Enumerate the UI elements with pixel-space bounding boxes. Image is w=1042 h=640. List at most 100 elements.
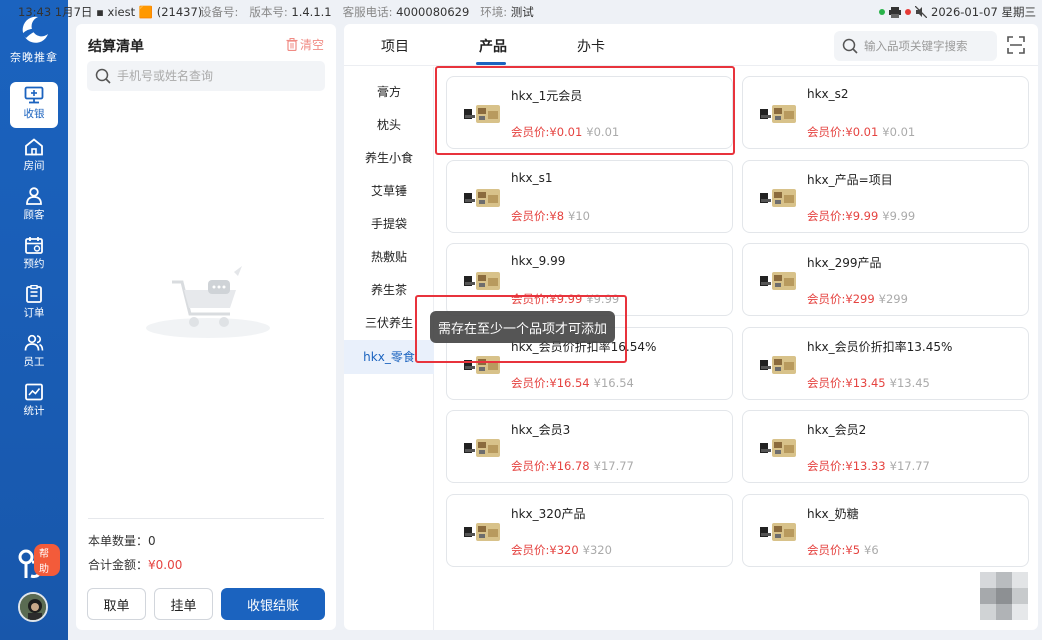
help-badge: 帮助 bbox=[34, 544, 60, 576]
member-price: 会员价:¥8 bbox=[511, 209, 565, 223]
product-card[interactable]: hkx_s2 会员价:¥0.01 ¥0.01 bbox=[742, 76, 1029, 149]
member-price: 会员价:¥9.99 bbox=[807, 209, 879, 223]
status-dot-green-icon bbox=[879, 9, 885, 15]
member-price: 会员价:¥5 bbox=[807, 543, 861, 557]
product-card[interactable]: hkx_会员价折扣率13.45% 会员价:¥13.45 ¥13.45 bbox=[742, 327, 1029, 400]
product-card[interactable]: hkx_会员2 会员价:¥13.33 ¥17.77 bbox=[742, 410, 1029, 483]
member-price: 会员价:¥320 bbox=[511, 543, 579, 557]
product-price: 会员价:¥8 ¥10 bbox=[511, 208, 590, 224]
nav-item-customers[interactable]: 顾客 bbox=[10, 183, 58, 229]
product-thumbnail bbox=[464, 189, 500, 207]
tab-products[interactable]: 产品 bbox=[479, 36, 507, 56]
status-bar: 13:43 1月7日 ▪ xiest 🟧 (21437) 设备号: 版本号: 1… bbox=[0, 0, 1042, 22]
product-price: 会员价:¥13.33 ¥17.77 bbox=[807, 458, 930, 474]
nav-label-orders: 订单 bbox=[23, 307, 45, 319]
member-price: 会员价:¥299 bbox=[807, 292, 875, 306]
cart-divider bbox=[88, 518, 324, 519]
nav-item-rooms[interactable]: 房间 bbox=[10, 134, 58, 180]
product-name: hkx_会员3 bbox=[511, 423, 571, 437]
tab-bar: 项目 产品 办卡 bbox=[344, 24, 1038, 66]
product-price: 会员价:¥299 ¥299 bbox=[807, 291, 908, 307]
product-thumbnail bbox=[760, 439, 796, 457]
original-price: ¥6 bbox=[864, 543, 879, 557]
product-price: 会员价:¥16.78 ¥17.77 bbox=[511, 458, 634, 474]
nav-label-stats: 统计 bbox=[23, 405, 45, 417]
product-card[interactable]: hkx_299产品 会员价:¥299 ¥299 bbox=[742, 243, 1029, 316]
original-price: ¥10 bbox=[568, 209, 590, 223]
member-price: 会员价:¥13.33 bbox=[807, 459, 886, 473]
staff-icon bbox=[24, 334, 44, 351]
member-price: 会员价:¥16.54 bbox=[511, 376, 590, 390]
avatar-image bbox=[20, 594, 46, 620]
trash-icon bbox=[286, 38, 298, 51]
product-card[interactable]: hkx_320产品 会员价:¥320 ¥320 bbox=[446, 494, 733, 567]
cart-title: 结算清单 bbox=[88, 39, 144, 55]
checkout-button[interactable]: 收银结账 bbox=[221, 588, 325, 620]
product-name: hkx_奶糖 bbox=[807, 507, 859, 521]
scan-icon[interactable] bbox=[1007, 36, 1025, 54]
status-dot-red-icon bbox=[905, 9, 911, 15]
nav-item-staff[interactable]: 员工 bbox=[10, 330, 58, 376]
nav-item-cashier[interactable]: 收银 bbox=[10, 82, 58, 128]
product-name: hkx_会员价折扣率13.45% bbox=[807, 340, 953, 354]
order-count-value: 0 bbox=[148, 534, 156, 548]
search-icon bbox=[842, 38, 858, 54]
nav-label-rooms: 房间 bbox=[23, 160, 45, 172]
status-right: 2026-01-07 星期三 bbox=[879, 4, 1036, 20]
product-card[interactable]: hkx_s1 会员价:¥8 ¥10 bbox=[446, 160, 733, 233]
product-search[interactable] bbox=[834, 31, 997, 61]
nav-label-cashier: 收银 bbox=[23, 108, 45, 120]
status-time: 13:43 1月7日 ▪ xiest 🟧 (21437) bbox=[18, 5, 203, 19]
brand-name: 奈晚推拿 bbox=[10, 51, 58, 64]
original-price: ¥16.54 bbox=[593, 376, 634, 390]
product-search-input[interactable] bbox=[864, 39, 994, 53]
blurred-widget bbox=[980, 572, 1028, 620]
product-name: hkx_320产品 bbox=[511, 507, 586, 521]
empty-cart-illustration bbox=[146, 266, 270, 338]
cart-panel: 结算清单 清空 本单数量：0 合计金额：¥0.00 取单 挂单 收银结账 bbox=[76, 24, 336, 630]
nav-item-booking[interactable]: 预约 bbox=[10, 232, 58, 278]
category-item[interactable]: 热敷贴 bbox=[344, 241, 434, 273]
tab-cards[interactable]: 办卡 bbox=[577, 36, 605, 56]
original-price: ¥17.77 bbox=[889, 459, 930, 473]
category-item[interactable]: 手提袋 bbox=[344, 208, 434, 240]
home-icon bbox=[25, 138, 43, 156]
nav-item-orders[interactable]: 订单 bbox=[10, 281, 58, 327]
original-price: ¥299 bbox=[878, 292, 908, 306]
take-order-button[interactable]: 取单 bbox=[87, 588, 146, 620]
original-price: ¥0.01 bbox=[882, 125, 916, 139]
member-price: 会员价:¥16.78 bbox=[511, 459, 590, 473]
category-item[interactable]: 艾草锤 bbox=[344, 175, 434, 207]
nav-item-stats[interactable]: 统计 bbox=[10, 379, 58, 425]
monitor-icon bbox=[24, 86, 44, 104]
clear-button[interactable]: 清空 bbox=[286, 36, 324, 53]
product-name: hkx_s1 bbox=[511, 171, 553, 185]
product-thumbnail bbox=[760, 105, 796, 123]
category-item[interactable]: 枕头 bbox=[344, 109, 434, 141]
product-price: 会员价:¥16.54 ¥16.54 bbox=[511, 375, 634, 391]
product-card[interactable]: hkx_会员3 会员价:¥16.78 ¥17.77 bbox=[446, 410, 733, 483]
product-thumbnail bbox=[760, 356, 796, 374]
clear-label: 清空 bbox=[299, 38, 324, 52]
help-button[interactable]: 帮助 bbox=[8, 538, 60, 586]
product-name: hkx_9.99 bbox=[511, 254, 566, 268]
hold-order-button[interactable]: 挂单 bbox=[154, 588, 213, 620]
avatar[interactable] bbox=[18, 592, 48, 622]
category-item[interactable]: 膏方 bbox=[344, 76, 434, 108]
product-thumbnail bbox=[760, 523, 796, 541]
product-card[interactable]: hkx_产品=项目 会员价:¥9.99 ¥9.99 bbox=[742, 160, 1029, 233]
product-card[interactable]: hkx_奶糖 会员价:¥5 ¥6 bbox=[742, 494, 1029, 567]
original-price: ¥9.99 bbox=[882, 209, 916, 223]
customer-search-input[interactable] bbox=[117, 69, 317, 83]
order-count: 本单数量：0 bbox=[88, 534, 156, 548]
category-item[interactable]: 养生小食 bbox=[344, 142, 434, 174]
customer-search[interactable] bbox=[87, 61, 325, 91]
product-thumbnail bbox=[464, 523, 500, 541]
calendar-icon bbox=[25, 237, 43, 254]
member-price: 会员价:¥0.01 bbox=[807, 125, 879, 139]
product-name: hkx_产品=项目 bbox=[807, 173, 893, 187]
user-icon bbox=[26, 187, 42, 205]
tab-services[interactable]: 项目 bbox=[381, 36, 409, 56]
product-name: hkx_299产品 bbox=[807, 256, 882, 270]
product-thumbnail bbox=[464, 439, 500, 457]
